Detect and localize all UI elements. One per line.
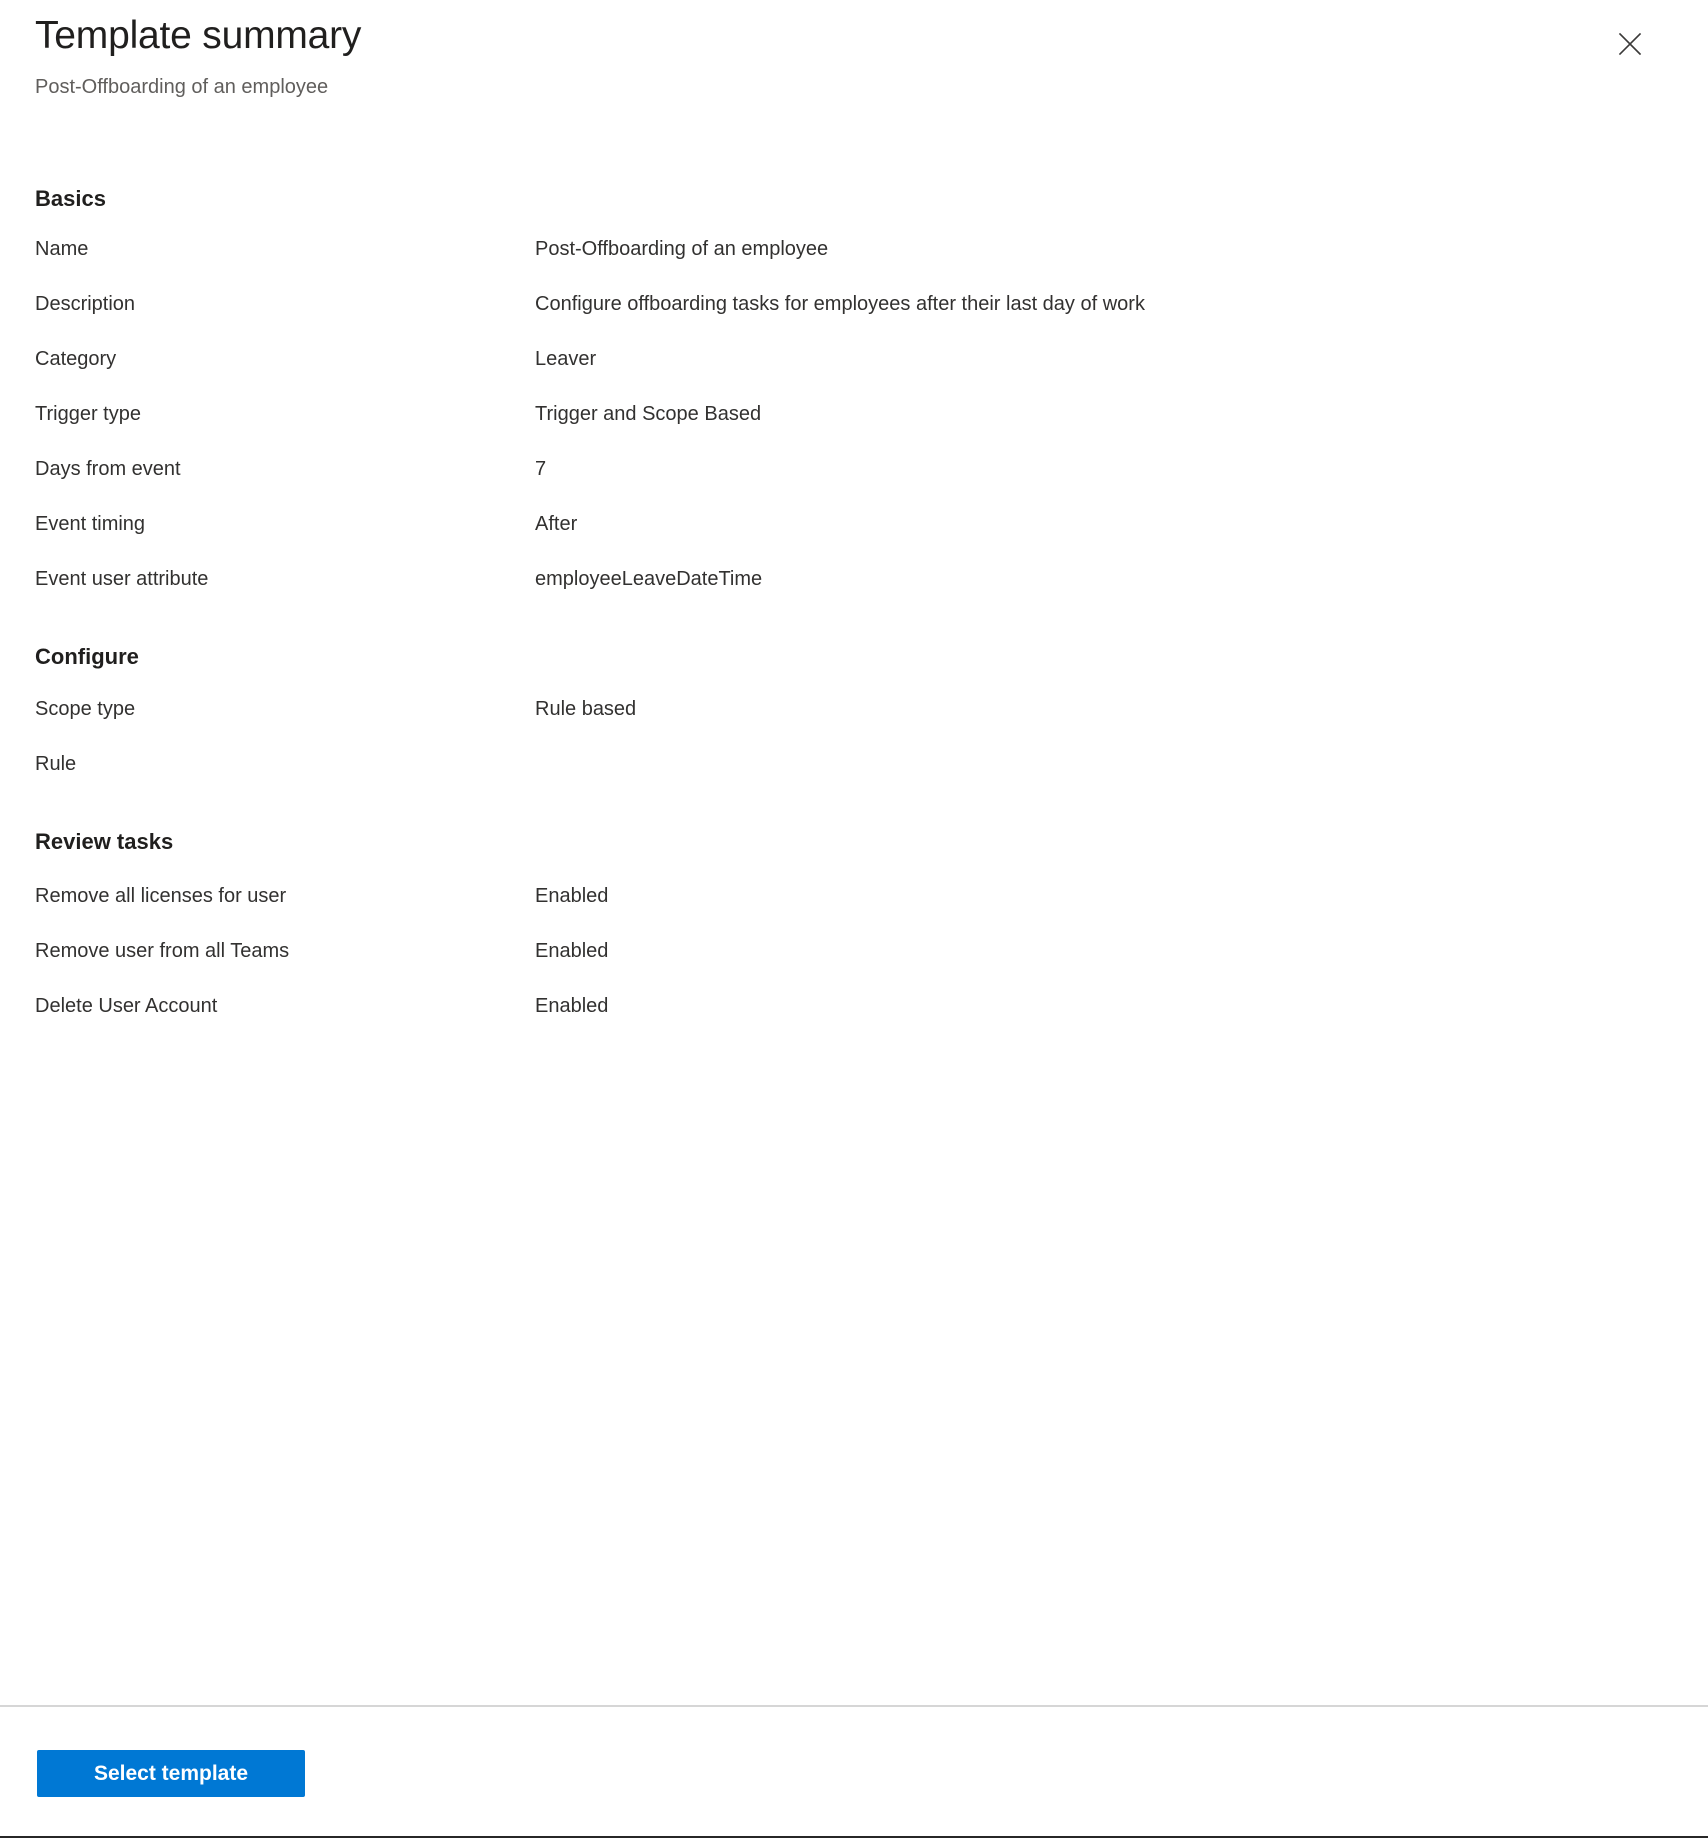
summary-row-label: Event timing [35,513,146,535]
summary-row-value: employeeLeaveDateTime [535,568,763,590]
template-summary-blade: Template summary Post-Offboarding of an … [0,0,1708,1838]
summary-row-label: Trigger type [35,403,141,425]
summary-row: Remove user from all Teams Enabled [35,938,1708,993]
section-basics: Basics Name Post-Offboarding of an employe… [0,184,1708,621]
blade-footer: Select template [0,1705,1708,1836]
section-heading: Basics [35,186,106,211]
close-button[interactable] [1604,18,1656,70]
summary-row: Event user attribute employeeLeaveDateTim… [35,566,1708,621]
summary-row-label: Remove all licenses for user [35,885,287,907]
summary-row-value: Post-Offboarding of an employee [535,238,829,260]
summary-row: Event timing After [35,511,1708,566]
blade-header: Template summary Post-Offboarding of an … [0,0,1708,120]
section-heading: Review tasks [35,829,174,854]
summary-row-value: Rule based [535,698,637,720]
section-review-tasks: Review tasks Remove all licenses for user… [0,827,1708,1048]
page-title: Template summary [35,14,362,57]
summary-row-value: 7 [535,458,547,480]
summary-row-label: Category [35,348,117,370]
summary-row: Rule [35,751,1708,806]
summary-row: Delete User Account Enabled [35,993,1708,1048]
summary-row-label: Description [35,293,136,315]
section-heading: Configure [35,644,139,669]
blade-body: Basics Name Post-Offboarding of an employe… [0,120,1708,1705]
summary-row: Description Configure offboarding tasks f… [35,291,1708,346]
summary-row-value: Enabled [535,940,609,962]
summary-row-value: Leaver [535,348,597,370]
summary-row-label: Remove user from all Teams [35,940,290,962]
summary-row-value: Trigger and Scope Based [535,403,762,425]
page-subtitle: Post-Offboarding of an employee [35,76,329,98]
close-icon [1618,32,1642,56]
summary-row-label: Event user attribute [35,568,209,590]
summary-row-label: Rule [35,753,77,775]
summary-row-label: Delete User Account [35,995,218,1017]
summary-row-value: Configure offboarding tasks for employee… [535,293,1145,315]
section-configure: Configure Scope type Rule based Rule [0,642,1708,806]
summary-row: Name Post-Offboarding of an employee [35,236,1708,291]
summary-row-value: Enabled [535,885,609,907]
summary-row-label: Name [35,238,89,260]
summary-row-value: After [535,513,578,535]
summary-row: Scope type Rule based [35,696,1708,751]
summary-row: Category Leaver [35,346,1708,401]
summary-row: Trigger type Trigger and Scope Based [35,401,1708,456]
summary-row: Remove all licenses for user Enabled [35,883,1708,938]
summary-row: Days from event 7 [35,456,1708,511]
summary-row-label: Days from event [35,458,181,480]
summary-row-label: Scope type [35,698,136,720]
select-template-button[interactable]: Select template [37,1750,305,1797]
summary-row-value: Enabled [535,995,609,1017]
